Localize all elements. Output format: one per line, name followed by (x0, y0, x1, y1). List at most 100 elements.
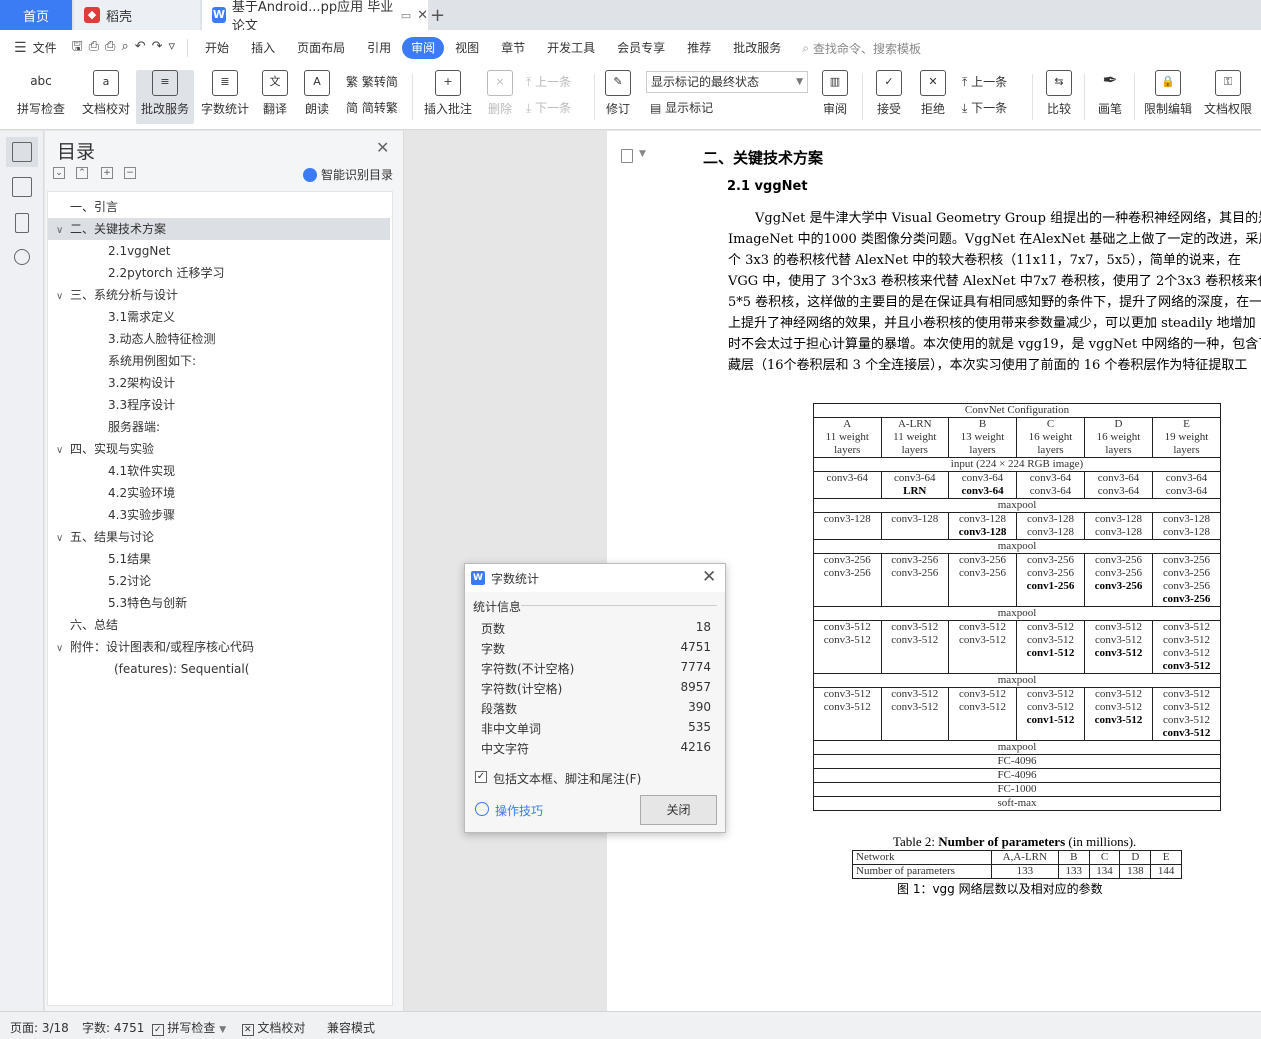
compare-button[interactable]: ⇆ 比较 (1040, 70, 1078, 124)
chevron-down-icon[interactable]: ▼ (639, 149, 646, 159)
status-doc-check[interactable]: ✕ 文档校对 (242, 1019, 305, 1036)
correction-service-button[interactable]: ≡ 批改服务 (136, 70, 194, 124)
tab-close-icon[interactable]: ✕ (417, 8, 428, 23)
next-comment-button[interactable]: ⤓ 下一条 (526, 98, 571, 118)
toc-item[interactable]: 5.1结果 (48, 548, 390, 570)
close-icon[interactable]: ✕ (702, 567, 716, 587)
remove-level-icon[interactable]: − (124, 167, 136, 179)
menu-member[interactable]: 会员专享 (606, 37, 676, 59)
quick-access-icons[interactable]: 🖫⎙⎙⌕↶↷▿ (72, 37, 181, 59)
toc-item[interactable]: ∨ 四、实现与实验 (48, 438, 390, 460)
toc-item[interactable]: ∨ 三、系统分析与设计 (48, 284, 390, 306)
read-aloud-button[interactable]: A 朗读 (298, 70, 336, 124)
table-title: ConvNet Configuration (813, 403, 1221, 418)
expand-up-icon[interactable]: ⌃ (76, 167, 88, 179)
new-tab-button[interactable]: + (428, 0, 448, 30)
add-level-icon[interactable]: + (101, 167, 113, 179)
word-count-indicator[interactable]: 字数: 4751 (82, 1019, 144, 1036)
chevron-down-icon[interactable]: ∨ (56, 286, 70, 308)
toc-item[interactable]: 3.2架构设计 (48, 372, 390, 394)
table2-caption-bold: Number of parameters (938, 834, 1066, 849)
toc-item[interactable]: (features): Sequential( (48, 658, 390, 680)
status-spell-check[interactable]: ✓ 拼写检查 ▼ (152, 1019, 226, 1036)
menu-start[interactable]: 开始 (194, 37, 240, 59)
pen-button[interactable]: ✒ 画笔 (1092, 70, 1128, 124)
toc-item[interactable]: 服务器端: (48, 416, 390, 438)
toc-item[interactable]: 3.1需求定义 (48, 306, 390, 328)
toc-item[interactable]: 一、引言 (48, 196, 390, 218)
review-pane-button[interactable]: ▥ 审阅 (816, 70, 854, 124)
show-markup-button[interactable]: ▤ 显示标记 (650, 98, 713, 118)
next-change-button[interactable]: ⤓ 下一条 (962, 98, 1007, 118)
menu-developer[interactable]: 开发工具 (536, 37, 606, 59)
delete-comment-button[interactable]: × 删除 (480, 70, 520, 124)
tab-screen-icon[interactable]: ▭ (401, 9, 411, 22)
pen-label: 画笔 (1097, 102, 1122, 116)
menu-reference[interactable]: 引用 (356, 37, 402, 59)
search-icon[interactable] (14, 249, 30, 265)
trad-to-simp-button[interactable]: 繁 繁转简 (346, 72, 398, 92)
toc-item[interactable]: 2.1vggNet (48, 240, 390, 262)
close-button[interactable]: 关闭 (640, 795, 717, 825)
toc-item[interactable]: ∨ 二、关键技术方案 (48, 218, 390, 240)
tab-daoke[interactable]: ◆ 稻壳 (74, 0, 200, 30)
toc-item[interactable]: 5.2讨论 (48, 570, 390, 592)
markup-state-select[interactable]: 显示标记的最终状态 ▼ (646, 71, 808, 93)
toc-item[interactable]: 4.2实验环境 (48, 482, 390, 504)
prev-comment-button[interactable]: ⤒ 上一条 (526, 72, 571, 92)
toc-item[interactable]: ∨ 附件：设计图表和/或程序核心代码 (48, 636, 390, 658)
toc-item[interactable]: 5.3特色与创新 (48, 592, 390, 614)
include-textbox-label[interactable]: 包括文本框、脚注和尾注(F) (493, 770, 641, 787)
collapse-all-icon[interactable]: ⌄ (53, 167, 65, 179)
toc-item[interactable]: 4.1软件实现 (48, 460, 390, 482)
document-icon[interactable] (621, 149, 633, 163)
translate-button[interactable]: 文 翻译 (256, 70, 294, 124)
toc-item[interactable]: 六、总结 (48, 614, 390, 636)
play-circle-icon[interactable] (475, 802, 489, 816)
chevron-down-icon[interactable]: ∨ (56, 638, 70, 660)
menu-chapter[interactable]: 章节 (490, 37, 536, 59)
toc-item[interactable]: 3.动态人脸特征检测 (48, 328, 390, 350)
toc-item[interactable]: ∨ 五、结果与讨论 (48, 526, 390, 548)
toc-item-label: 5.2讨论 (108, 574, 152, 588)
close-icon[interactable]: ✕ (376, 138, 389, 157)
menu-page-layout[interactable]: 页面布局 (286, 37, 356, 59)
menu-review[interactable]: 审阅 (402, 37, 445, 59)
tab-home[interactable]: 首页 (0, 0, 72, 30)
menu-insert[interactable]: 插入 (240, 37, 286, 59)
spell-check-button[interactable]: abc 拼写检查 (10, 70, 72, 124)
reject-button[interactable]: ✕ 拒绝 (914, 70, 952, 124)
accept-button[interactable]: ✓ 接受 (870, 70, 908, 124)
menu-recommend[interactable]: 推荐 (676, 37, 722, 59)
chevron-down-icon[interactable]: ∨ (56, 220, 70, 242)
toc-item[interactable]: 4.3实验步骤 (48, 504, 390, 526)
toc-item[interactable]: 2.2pytorch 迁移学习 (48, 262, 390, 284)
prev-change-button[interactable]: ⤒ 上一条 (962, 72, 1007, 92)
simp-trad-icon: 简 (346, 101, 362, 115)
chevron-down-icon[interactable]: ∨ (56, 440, 70, 462)
page-indicator[interactable]: 页面: 3/18 (10, 1019, 69, 1036)
operation-tips-link[interactable]: 操作技巧 (495, 802, 543, 819)
insert-comment-button[interactable]: + 插入批注 (420, 70, 476, 124)
doc-permission-button[interactable]: ⚿ 文档权限 (1200, 70, 1256, 124)
chevron-down-icon[interactable]: ∨ (56, 528, 70, 550)
toc-item[interactable]: 系统用例图如下: (48, 350, 390, 372)
menu-file[interactable]: 文件 (27, 37, 68, 59)
word-count-button[interactable]: ≣ 字数统计 (198, 70, 252, 124)
menu-correction[interactable]: 批改服务 (722, 37, 792, 59)
bookmark-icon[interactable] (15, 213, 29, 233)
chapter-nav-icon[interactable] (12, 177, 32, 197)
toc-item[interactable]: 3.3程序设计 (48, 394, 390, 416)
smart-identify-toc-button[interactable]: 智能识别目录 (303, 166, 393, 183)
tab-document[interactable]: W 基于Android...pp应用 毕业论文 ▭ ✕ (202, 0, 428, 34)
revise-button[interactable]: ✎ 修订 (600, 70, 636, 124)
simp-to-trad-button[interactable]: 简 简转繁 (346, 98, 398, 118)
menu-view[interactable]: 视图 (444, 37, 490, 59)
toc-nav-icon[interactable] (12, 142, 32, 162)
doc-check-button[interactable]: a 文档校对 (78, 70, 134, 124)
stat-value: 7774 (680, 660, 711, 674)
hamburger-icon[interactable]: ☰ (14, 40, 27, 56)
include-textbox-checkbox[interactable]: ✓ (475, 771, 487, 783)
command-search-input[interactable]: 查找命令、搜索模板 (813, 40, 921, 57)
restrict-edit-button[interactable]: 🔒 限制编辑 (1140, 70, 1196, 124)
